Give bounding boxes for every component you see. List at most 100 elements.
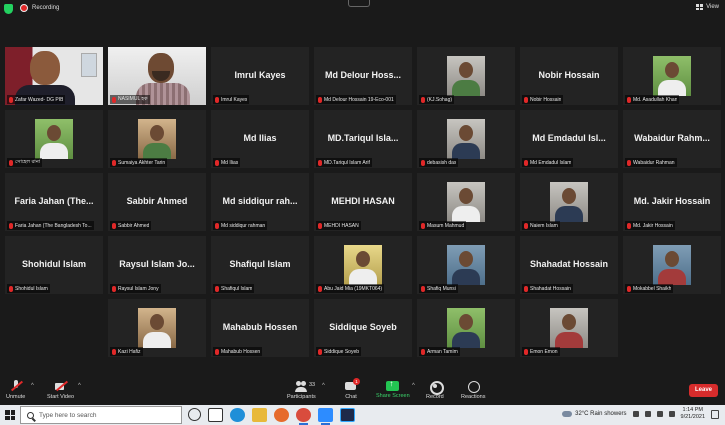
participant-caption-text: সোহেল রানা bbox=[15, 158, 41, 165]
system-tray: 32°C Rain showers 1:14 PM 9/21/2021 bbox=[562, 407, 719, 421]
task-view-icon[interactable] bbox=[208, 408, 223, 422]
participant-tile[interactable]: Imrul Kayes Imrul Kayes bbox=[211, 47, 309, 105]
share-screen-button[interactable]: Share Screen bbox=[376, 379, 410, 399]
participant-tile[interactable]: Arman Tamim bbox=[417, 299, 515, 357]
participant-tile[interactable]: Md Ilias Md Ilias bbox=[211, 110, 309, 168]
chat-button[interactable]: 1 Chat bbox=[345, 378, 360, 400]
shield-icon[interactable] bbox=[4, 4, 13, 14]
unmute-label: Unmute bbox=[6, 394, 26, 400]
clock[interactable]: 1:14 PM 9/21/2021 bbox=[681, 407, 705, 421]
participant-tile[interactable]: Siddique Soyeb Siddique Soyeb bbox=[314, 299, 412, 357]
participant-photo bbox=[344, 245, 382, 285]
muted-mic-icon bbox=[215, 285, 219, 292]
audio-options-chevron-icon[interactable]: ^ bbox=[31, 383, 34, 389]
file-explorer-icon[interactable] bbox=[252, 408, 267, 422]
participant-tile[interactable]: Emon Emon bbox=[520, 299, 618, 357]
participant-display-name: Imrul Kayes bbox=[234, 70, 286, 80]
participant-photo bbox=[447, 245, 485, 285]
taskbar-search-box[interactable]: Type here to search bbox=[20, 406, 182, 424]
participant-name-caption: Zafar Wazed- DG PIB bbox=[7, 95, 66, 104]
weather-widget[interactable]: 32°C Rain showers bbox=[562, 411, 627, 417]
muted-mic-icon bbox=[215, 159, 219, 166]
notification-icon[interactable] bbox=[711, 409, 719, 419]
participant-tile[interactable]: Sabbir Ahmed Sabbir Ahmed bbox=[108, 173, 206, 231]
participant-tile[interactable]: debasish das bbox=[417, 110, 515, 168]
participant-caption-text: Shahadat Hossain bbox=[530, 285, 571, 292]
participant-tile[interactable]: (KJ.Sohag) bbox=[417, 47, 515, 105]
participant-tile[interactable]: Kazi Hafiz bbox=[108, 299, 206, 357]
view-button[interactable]: View bbox=[696, 4, 719, 10]
participant-photo bbox=[447, 182, 485, 222]
zoom-icon[interactable] bbox=[318, 408, 333, 425]
participant-photo bbox=[550, 308, 588, 348]
participant-display-name: Raysul Islam Jo... bbox=[119, 259, 195, 269]
participant-tile[interactable]: Md Emdadul Isl... Md Emdadul Islam bbox=[520, 110, 618, 168]
participant-tile[interactable]: Sumaiya Akhter Tarin bbox=[108, 110, 206, 168]
muted-mic-icon bbox=[627, 159, 631, 166]
edge-icon[interactable] bbox=[230, 408, 245, 422]
video-options-chevron-icon[interactable]: ^ bbox=[78, 383, 81, 389]
participant-tile[interactable]: Shafiq Munsi bbox=[417, 236, 515, 294]
participant-tile[interactable]: সোহেল রানা bbox=[5, 110, 103, 168]
reactions-button[interactable]: Reactions bbox=[461, 380, 485, 400]
participant-name-caption: Imrul Kayes bbox=[213, 95, 250, 104]
participant-tile[interactable]: Nobir Hossain Nobir Hossain bbox=[520, 47, 618, 105]
participant-tile[interactable]: Mokabbel Shaikh bbox=[623, 236, 721, 294]
participant-name-caption: Wabaidur Rahman bbox=[625, 158, 677, 167]
participant-caption-text: Arman Tamim bbox=[427, 348, 458, 355]
participant-tile[interactable]: Shahadat Hossain Shahadat Hossain bbox=[520, 236, 618, 294]
windows-start-icon[interactable] bbox=[5, 410, 15, 420]
language-icon[interactable] bbox=[668, 411, 675, 417]
recording-indicator[interactable]: Recording bbox=[20, 4, 59, 12]
participant-tile[interactable]: Wabaidur Rahm... Wabaidur Rahman bbox=[623, 110, 721, 168]
volume-icon[interactable] bbox=[656, 411, 663, 417]
participant-tile[interactable]: Shohidul Islam Shohidul Islam bbox=[5, 236, 103, 294]
participant-tile[interactable]: Raysul Islam Jo... Raysul Islam Jony bbox=[108, 236, 206, 294]
participant-tile[interactable]: Faria Jahan (The... Faria Jahan (The Bang… bbox=[5, 173, 103, 231]
participant-tile[interactable]: Md. Asadullah Khan bbox=[623, 47, 721, 105]
participant-tile[interactable]: Zafar Wazed- DG PIB bbox=[5, 47, 103, 105]
wifi-icon[interactable] bbox=[644, 411, 651, 417]
participant-name-caption: MEHDI HASAN bbox=[316, 221, 361, 230]
muted-mic-icon bbox=[9, 285, 13, 292]
leave-button[interactable]: Leave bbox=[689, 384, 718, 397]
share-options-chevron-icon[interactable]: ^ bbox=[412, 383, 415, 389]
share-screen-icon bbox=[386, 379, 400, 391]
participant-name-caption: Md Emdadul Islam bbox=[522, 158, 574, 167]
chrome-icon[interactable] bbox=[296, 408, 311, 425]
participant-tile[interactable]: Shafiqul Islam Shafiqul Islam bbox=[211, 236, 309, 294]
participant-tile[interactable]: Md. Jakir Hossain Md. Jakir Hossain bbox=[623, 173, 721, 231]
participant-caption-text: Md Emdadul Islam bbox=[530, 159, 572, 166]
participant-tile[interactable]: MD.Tariqul Isla... MD.Tariqul Islam Arif bbox=[314, 110, 412, 168]
participant-tile[interactable]: Masum Mahmud bbox=[417, 173, 515, 231]
participant-caption-text: Md. Asadullah Khan bbox=[633, 96, 678, 103]
participant-tile[interactable]: MEHDI HASAN MEHDI HASAN bbox=[314, 173, 412, 231]
record-button[interactable]: Record bbox=[426, 380, 444, 400]
share-screen-label: Share Screen bbox=[376, 393, 410, 399]
participant-tile[interactable]: Naiem Islam bbox=[520, 173, 618, 231]
hidden-icons-chevron-icon[interactable] bbox=[632, 411, 639, 417]
participant-tile[interactable]: Mahabub Hossen Mahabub Hossen bbox=[211, 299, 309, 357]
start-video-button[interactable]: Start Video bbox=[47, 380, 74, 400]
muted-mic-icon bbox=[627, 96, 631, 103]
recording-label: Recording bbox=[32, 5, 60, 11]
record-icon bbox=[429, 380, 444, 395]
participant-name-caption: debasish das bbox=[419, 158, 459, 167]
muted-mic-icon bbox=[524, 96, 528, 103]
participant-name-caption: Abu Jaid Mia (19MKT064) bbox=[316, 284, 385, 293]
cortana-icon[interactable] bbox=[188, 408, 201, 421]
participant-tile[interactable]: Md siddiqur rah... Md siddiqur rahman bbox=[211, 173, 309, 231]
firefox-icon[interactable] bbox=[274, 408, 289, 422]
muted-mic-icon bbox=[421, 348, 425, 355]
unmute-button[interactable]: Unmute bbox=[6, 380, 25, 400]
participant-tile[interactable]: Md Delour Hoss... Md Delour Hossain 19-Ec… bbox=[314, 47, 412, 105]
photoshop-icon[interactable] bbox=[340, 408, 355, 422]
participant-tile[interactable]: Abu Jaid Mia (19MKT064) bbox=[314, 236, 412, 294]
participant-caption-text: MEHDI HASAN bbox=[324, 222, 359, 229]
participant-tile[interactable]: NASIMUL হক bbox=[108, 47, 206, 105]
reactions-icon bbox=[467, 380, 481, 393]
top-center-tab[interactable] bbox=[348, 0, 370, 7]
participants-chevron-icon[interactable]: ^ bbox=[322, 383, 325, 389]
participant-name-caption: Siddique Soyeb bbox=[316, 347, 362, 356]
grid-view-icon bbox=[696, 4, 704, 10]
